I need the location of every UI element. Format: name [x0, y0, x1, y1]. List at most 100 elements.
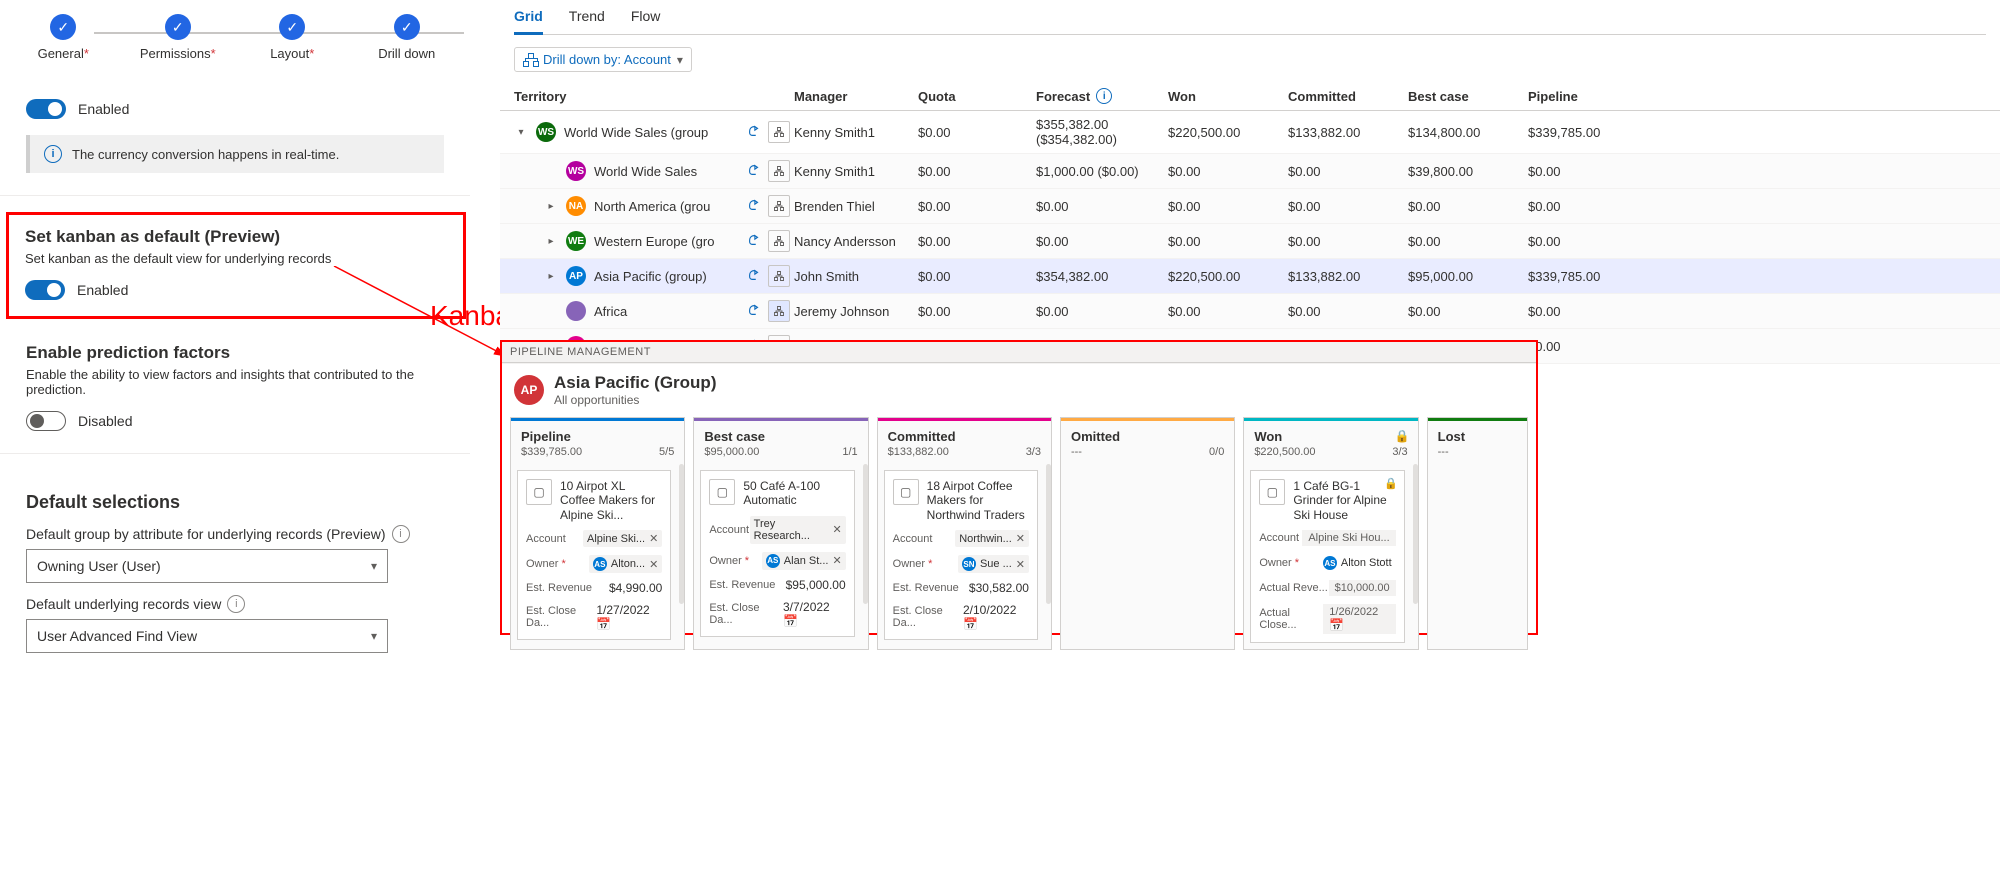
- owner-chip[interactable]: ASAlton...✕: [589, 555, 662, 573]
- won-cell: $0.00: [1168, 304, 1288, 319]
- remove-icon[interactable]: ✕: [832, 523, 841, 536]
- col-forecast[interactable]: Forecast: [1036, 89, 1090, 104]
- drill-icon[interactable]: [768, 230, 790, 252]
- scrollbar[interactable]: [1413, 464, 1418, 604]
- column-count: 3/3: [1392, 446, 1407, 458]
- opportunity-card[interactable]: ▢18 Airpot Coffee Makers for Northwind T…: [884, 470, 1038, 640]
- tab-trend[interactable]: Trend: [569, 8, 605, 35]
- account-chip[interactable]: Trey Research...✕: [750, 516, 846, 544]
- table-row[interactable]: ▾WSWorld Wide Sales (groupKenny Smith1$0…: [500, 111, 2000, 154]
- quota-cell: $0.00: [918, 269, 1036, 284]
- forecast-cell: $0.00: [1036, 304, 1168, 319]
- account-chip[interactable]: Alpine Ski...✕: [583, 530, 662, 547]
- scrollbar[interactable]: [1046, 464, 1051, 604]
- remove-icon[interactable]: ✕: [1016, 532, 1025, 545]
- column-amount: $339,785.00: [521, 446, 582, 458]
- table-row[interactable]: ▸WEWestern Europe (groNancy Andersson$0.…: [500, 224, 2000, 259]
- step-layout[interactable]: ✓Layout*: [235, 14, 350, 61]
- card-title: 50 Café A-100 Automatic: [743, 479, 845, 508]
- opportunity-card[interactable]: ▢50 Café A-100 AutomaticAccountTrey Rese…: [700, 470, 854, 637]
- lock-icon: 🔒: [1395, 429, 1410, 443]
- share-icon[interactable]: [744, 195, 764, 215]
- pipeline-cell: $0.00: [1528, 164, 1648, 179]
- avatar: AP: [566, 266, 586, 286]
- info-icon[interactable]: i: [392, 525, 410, 543]
- remove-icon[interactable]: ✕: [649, 532, 658, 545]
- chevron-down-icon: ▾: [371, 629, 377, 643]
- remove-icon[interactable]: ✕: [1016, 558, 1025, 571]
- col-won[interactable]: Won: [1168, 89, 1288, 104]
- share-icon[interactable]: [744, 265, 764, 285]
- tab-grid[interactable]: Grid: [514, 8, 543, 35]
- scrollbar[interactable]: [679, 464, 684, 604]
- drill-icon[interactable]: [768, 121, 790, 143]
- table-row[interactable]: WSWorld Wide SalesKenny Smith1$0.00$1,00…: [500, 154, 2000, 189]
- chevron-down-icon: ▾: [677, 53, 683, 67]
- kanban-default-section: Set kanban as default (Preview) Set kanb…: [6, 212, 466, 319]
- column-amount: $220,500.00: [1254, 446, 1315, 458]
- est-close-value[interactable]: 2/10/2022 📅: [963, 603, 1029, 631]
- toggle-prediction-factors[interactable]: [26, 411, 66, 431]
- drill-icon[interactable]: [768, 265, 790, 287]
- calendar-icon: 📅: [963, 617, 978, 631]
- currency-info-banner: i The currency conversion happens in rea…: [26, 135, 444, 173]
- best-case-cell: $39,800.00: [1408, 164, 1528, 179]
- drill-icon[interactable]: [768, 160, 790, 182]
- expand-icon[interactable]: ▸: [544, 236, 558, 247]
- step-drilldown[interactable]: ✓Drill down: [350, 14, 465, 61]
- table-row[interactable]: ▸NANorth America (grouBrenden Thiel$0.00…: [500, 189, 2000, 224]
- col-manager[interactable]: Manager: [794, 89, 918, 104]
- drill-icon[interactable]: [768, 300, 790, 322]
- info-icon[interactable]: i: [227, 595, 245, 613]
- drill-icon[interactable]: [768, 195, 790, 217]
- expand-icon[interactable]: ▾: [514, 127, 528, 138]
- tab-flow[interactable]: Flow: [631, 8, 661, 35]
- opportunity-card[interactable]: ▢10 Airpot XL Coffee Makers for Alpine S…: [517, 470, 671, 640]
- best-case-cell: $0.00: [1408, 199, 1528, 214]
- expand-icon[interactable]: ▸: [544, 201, 558, 212]
- step-general[interactable]: ✓General*: [6, 14, 121, 61]
- account-chip[interactable]: Northwin...✕: [955, 530, 1029, 547]
- forecast-cell: $1,000.00 ($0.00): [1036, 164, 1168, 179]
- share-icon[interactable]: [744, 121, 764, 141]
- table-row[interactable]: ▸APAsia Pacific (group)John Smith$0.00$3…: [500, 259, 2000, 294]
- scrollbar[interactable]: [863, 464, 868, 604]
- toggle-kanban-default[interactable]: [25, 280, 65, 300]
- col-territory[interactable]: Territory: [514, 89, 744, 104]
- share-icon[interactable]: [744, 230, 764, 250]
- table-row[interactable]: AfricaJeremy Johnson$0.00$0.00$0.00$0.00…: [500, 294, 2000, 329]
- kanban-column-committed: Committed$133,882.003/3▢18 Airpot Coffee…: [877, 417, 1052, 650]
- remove-icon[interactable]: ✕: [649, 558, 658, 571]
- check-icon: ✓: [50, 14, 76, 40]
- committed-cell: $133,882.00: [1288, 125, 1408, 140]
- forecast-cell: $355,382.00 ($354,382.00): [1036, 117, 1168, 147]
- avatar: [566, 301, 586, 321]
- share-icon[interactable]: [744, 160, 764, 180]
- step-permissions[interactable]: ✓Permissions*: [121, 14, 236, 61]
- share-icon[interactable]: [744, 300, 764, 320]
- records-view-select[interactable]: User Advanced Find View▾: [26, 619, 388, 653]
- info-icon[interactable]: i: [1096, 88, 1112, 104]
- group-by-select[interactable]: Owning User (User)▾: [26, 549, 388, 583]
- kanban-column-lost: Lost---: [1427, 417, 1528, 650]
- est-close-value[interactable]: 3/7/2022 📅: [783, 600, 846, 628]
- est-close-value[interactable]: 1/27/2022 📅: [596, 603, 662, 631]
- record-icon: ▢: [709, 479, 735, 505]
- toggle-enabled-top[interactable]: [26, 99, 66, 119]
- territory-name: North America (grou: [594, 199, 710, 214]
- kanban-group-header: AP Asia Pacific (Group) All opportunitie…: [502, 363, 1536, 417]
- drill-down-pill[interactable]: Drill down by: Account ▾: [514, 47, 692, 72]
- col-quota[interactable]: Quota: [918, 89, 1036, 104]
- remove-icon[interactable]: ✕: [832, 554, 841, 567]
- column-count: 0/0: [1209, 446, 1224, 458]
- col-committed[interactable]: Committed: [1288, 89, 1408, 104]
- opportunity-card[interactable]: 🔒▢1 Café BG-1 Grinder for Alpine Ski Hou…: [1250, 470, 1404, 643]
- expand-icon[interactable]: ▸: [544, 271, 558, 282]
- calendar-icon: 📅: [596, 617, 611, 631]
- quota-cell: $0.00: [918, 125, 1036, 140]
- col-pipeline[interactable]: Pipeline: [1528, 89, 1648, 104]
- owner-chip[interactable]: SNSue ...✕: [958, 555, 1029, 573]
- owner-chip[interactable]: ASAlan St...✕: [762, 552, 846, 570]
- col-best-case[interactable]: Best case: [1408, 89, 1528, 104]
- best-case-cell: $0.00: [1408, 234, 1528, 249]
